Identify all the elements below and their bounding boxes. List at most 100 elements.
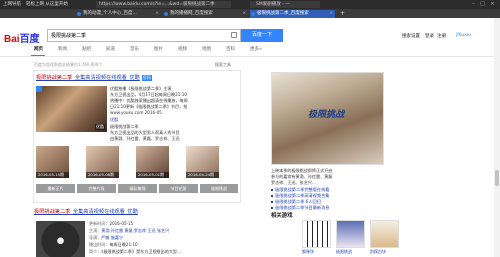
title-highlight: 极限挑战第二季 bbox=[34, 209, 71, 215]
tab-label: 我的动漫_个人中心_百度... bbox=[83, 11, 137, 16]
bullet-icon bbox=[271, 189, 273, 191]
user-link[interactable]: jfkuxiu bbox=[456, 33, 471, 38]
poster-logo: 极限挑战 bbox=[308, 110, 345, 120]
bullet-icon bbox=[271, 201, 273, 203]
episode-button[interactable]: 节目花絮 bbox=[159, 184, 198, 193]
official-badge: 官网 bbox=[141, 75, 152, 81]
close-tab-icon[interactable]: × bbox=[242, 10, 246, 18]
episode-button[interactable]: 极限挑战 bbox=[200, 184, 238, 193]
tab-map[interactable]: 地图 bbox=[202, 46, 211, 52]
right-link-label: 极限挑战第二季节目最新消息 bbox=[275, 205, 330, 210]
result2-line: 主演：黄渤 孙红雷 黄磊 罗志祥 王迅 张艺兴 bbox=[89, 228, 169, 234]
paw-icon bbox=[251, 12, 255, 16]
related-item[interactable] bbox=[336, 220, 365, 248]
search-box bbox=[47, 29, 241, 42]
title-rest: _全集高清视频在线观看_优酷 bbox=[72, 75, 140, 81]
source-link[interactable]: 优酷 bbox=[110, 117, 235, 123]
search-input[interactable] bbox=[48, 30, 228, 41]
right-link-label: 极限挑战第二季高清视频合集 bbox=[275, 193, 330, 198]
nav-link-slogan[interactable]: 轻松上网 从这里开始 bbox=[26, 1, 68, 8]
tab-search[interactable]: 极限挑战第二季_百度搜索 × bbox=[250, 10, 335, 18]
search-tools-button[interactable]: 搜索工具 bbox=[215, 62, 231, 68]
logo-paw: 百度 bbox=[19, 34, 40, 45]
search-button[interactable]: 百度一下 bbox=[241, 29, 283, 42]
maximize-icon[interactable]: □ bbox=[479, 1, 486, 8]
tab-bobo[interactable]: 我的播播网_百度搜索 × bbox=[163, 10, 248, 18]
paw-icon bbox=[77, 12, 81, 16]
episode-button[interactable]: 精彩集锦 bbox=[118, 184, 157, 193]
episode-date: 2016-05-15期 bbox=[36, 172, 69, 178]
tab-video[interactable]: 视频 bbox=[178, 46, 187, 52]
site-url[interactable]: www.youku.com 2016-05 bbox=[110, 110, 235, 115]
play-badge-icon bbox=[36, 86, 42, 92]
related-title: 相关游戏 bbox=[271, 213, 293, 219]
episode-thumbnail[interactable]: 2016-04-24期 bbox=[186, 146, 219, 178]
close-tab-icon[interactable]: × bbox=[155, 10, 159, 18]
nav-link-home[interactable]: 上网导航 bbox=[3, 1, 21, 8]
desc2-line: 由黄渤、孙红雷、黄磊、罗志祥、王迅 bbox=[110, 136, 180, 141]
episode-button[interactable]: 最新正片 bbox=[36, 184, 75, 193]
result2-line: 更新时间：2016-05-15 bbox=[89, 221, 133, 227]
related-item[interactable] bbox=[370, 220, 399, 248]
login-link[interactable]: 登录 bbox=[425, 33, 434, 39]
tab-baike[interactable]: 百科 bbox=[226, 46, 235, 52]
result2-line: 播出时间：每周日晚21:10 bbox=[89, 242, 138, 248]
new-tab-button[interactable]: + bbox=[338, 10, 346, 18]
title-highlight: 极限挑战第二季 bbox=[36, 75, 73, 81]
bullet-icon bbox=[271, 207, 273, 209]
scrollbar-thumb[interactable] bbox=[495, 170, 499, 186]
related-caption[interactable]: 别踩白块 bbox=[370, 249, 386, 255]
nav-divider bbox=[0, 56, 500, 57]
line-label: 播出时间： bbox=[89, 242, 110, 247]
tab-news[interactable]: 新闻 bbox=[58, 46, 67, 52]
result2-line: 简介：《极限挑战第二季》是东方卫视推出的大型... bbox=[89, 249, 181, 255]
right-link-label: 极限挑战第二季 6人回归 bbox=[275, 199, 321, 204]
result2-line: 导演：严敏 施嘉宁 bbox=[89, 235, 123, 241]
show-poster[interactable]: 极限挑战 bbox=[271, 72, 384, 165]
line-value[interactable]: 黄渤 孙红雷 黄磊 罗志祥 王迅 张艺兴 bbox=[101, 228, 169, 233]
tab-zhidao[interactable]: 知道 bbox=[106, 46, 115, 52]
result2-thumbnail[interactable] bbox=[36, 221, 85, 257]
baidu-logo[interactable]: Bai百度 bbox=[4, 30, 40, 45]
result-title[interactable]: 极限挑战第二季_全集高清视频在线观看_优酷 官网 bbox=[36, 74, 152, 81]
line-label: 简介： bbox=[89, 249, 102, 254]
register-link[interactable]: 注册 bbox=[437, 33, 446, 39]
related-caption[interactable]: 极限挑战 bbox=[336, 249, 352, 255]
tab-music[interactable]: 音乐 bbox=[130, 46, 139, 52]
close-tab-icon[interactable]: × bbox=[329, 10, 333, 18]
video-thumbnail[interactable]: 优酷 bbox=[36, 86, 107, 132]
thumb-caption: 优酷 bbox=[95, 124, 105, 130]
line-label: 更新时间： bbox=[89, 221, 110, 226]
line-value: 《极限挑战第二季》是东方卫视推出的大型... bbox=[101, 249, 181, 254]
episode-thumbnail[interactable]: 2016-05-15期 bbox=[36, 146, 69, 178]
result2-title[interactable]: 极限挑战第二季_全集高清视频在线观看_优酷 bbox=[34, 208, 138, 215]
episode-thumbnail[interactable]: 2016-05-08期 bbox=[86, 146, 119, 178]
tab-images[interactable]: 图片 bbox=[154, 46, 163, 52]
line-value: 每周日晚21:10 bbox=[109, 242, 138, 247]
camera-icon[interactable] bbox=[231, 32, 237, 38]
result-count: 百度为您找到相关结果约1,760,000个 bbox=[34, 62, 103, 67]
line-value: 2016-05-15 bbox=[109, 221, 134, 226]
bullet-icon bbox=[271, 195, 273, 197]
right-desc: 罗志祥、王迅、张艺兴... bbox=[271, 180, 316, 185]
related-item[interactable] bbox=[302, 220, 331, 248]
episode-date: 2016-04-24期 bbox=[186, 172, 219, 178]
tab-label: 我的播播网_百度搜索 bbox=[170, 11, 213, 16]
address-bar[interactable]: https://www.baidu.com/s?ie=...&wd=极限挑战第二… bbox=[96, 1, 231, 8]
minimize-icon[interactable]: – bbox=[470, 1, 477, 8]
episode-button[interactable]: 完整片段 bbox=[77, 184, 116, 193]
tab-anime[interactable]: 我的动漫_个人中心_百度... × bbox=[76, 10, 161, 18]
episode-date: 2016-05-08期 bbox=[86, 172, 119, 178]
related-caption[interactable]: 钢琴块 bbox=[302, 249, 314, 255]
browser-toolbar: 上网导航 轻松上网 从这里开始 https://www.baidu.com/s?… bbox=[0, 0, 500, 9]
line-value[interactable]: 严敏 施嘉宁 bbox=[101, 235, 123, 240]
logo-text: Bai bbox=[4, 34, 20, 45]
episode-thumbnail[interactable]: 2016-05-01期 bbox=[136, 146, 169, 178]
tab-web[interactable]: 网页 bbox=[34, 46, 43, 52]
settings-link[interactable]: 搜索设置 bbox=[402, 33, 420, 39]
tab-more[interactable]: 更多» bbox=[250, 46, 262, 52]
tab-tieba[interactable]: 贴吧 bbox=[82, 46, 91, 52]
address-suggestion[interactable]: SM爱剧播放 - 一 bbox=[250, 1, 320, 8]
scrollbar-track[interactable] bbox=[494, 18, 500, 257]
close-icon[interactable]: × bbox=[489, 1, 496, 8]
